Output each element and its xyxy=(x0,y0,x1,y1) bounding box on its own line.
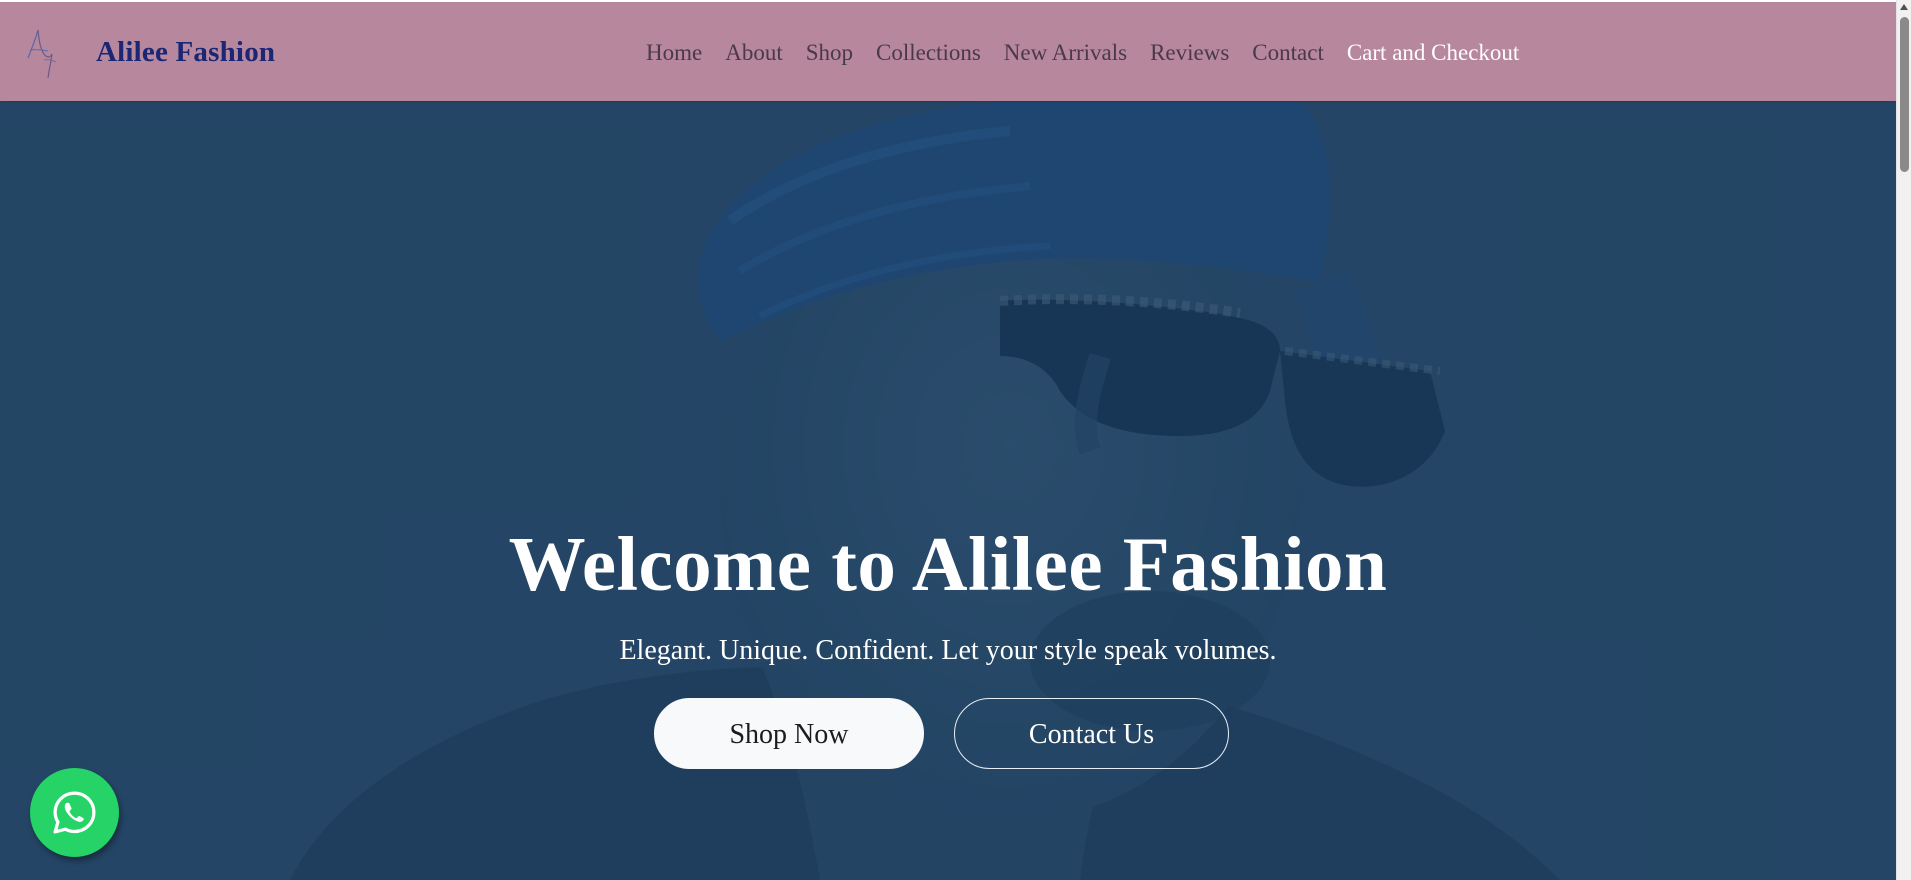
page-viewport: Alilee Fashion Home About Shop Collectio… xyxy=(0,0,1896,880)
hero-overlay xyxy=(0,101,1896,880)
scroll-up-arrow-icon[interactable] xyxy=(1900,4,1908,10)
nav-contact[interactable]: Contact xyxy=(1252,38,1324,68)
nav-collections[interactable]: Collections xyxy=(876,38,981,68)
signature-logo-icon[interactable] xyxy=(22,24,62,80)
nav-cart-checkout[interactable]: Cart and Checkout xyxy=(1347,38,1519,68)
nav-new-arrivals[interactable]: New Arrivals xyxy=(1004,38,1127,68)
main-nav: Home About Shop Collections New Arrivals… xyxy=(646,38,1519,68)
brand-name[interactable]: Alilee Fashion xyxy=(96,34,275,70)
hero-section: Welcome to Alilee Fashion Elegant. Uniqu… xyxy=(0,101,1896,880)
nav-home[interactable]: Home xyxy=(646,38,702,68)
contact-us-button[interactable]: Contact Us xyxy=(954,698,1229,769)
shop-now-button[interactable]: Shop Now xyxy=(654,698,924,769)
page-scrollbar[interactable] xyxy=(1896,0,1911,880)
hero-title: Welcome to Alilee Fashion xyxy=(508,521,1388,607)
nav-about[interactable]: About xyxy=(725,38,783,68)
whatsapp-button[interactable] xyxy=(30,768,119,857)
nav-shop[interactable]: Shop xyxy=(806,38,853,68)
whatsapp-icon xyxy=(53,791,96,834)
scrollbar-thumb[interactable] xyxy=(1900,17,1909,172)
navbar: Alilee Fashion Home About Shop Collectio… xyxy=(0,2,1896,101)
hero-subtitle: Elegant. Unique. Confident. Let your sty… xyxy=(619,635,1277,666)
nav-reviews[interactable]: Reviews xyxy=(1150,38,1229,68)
